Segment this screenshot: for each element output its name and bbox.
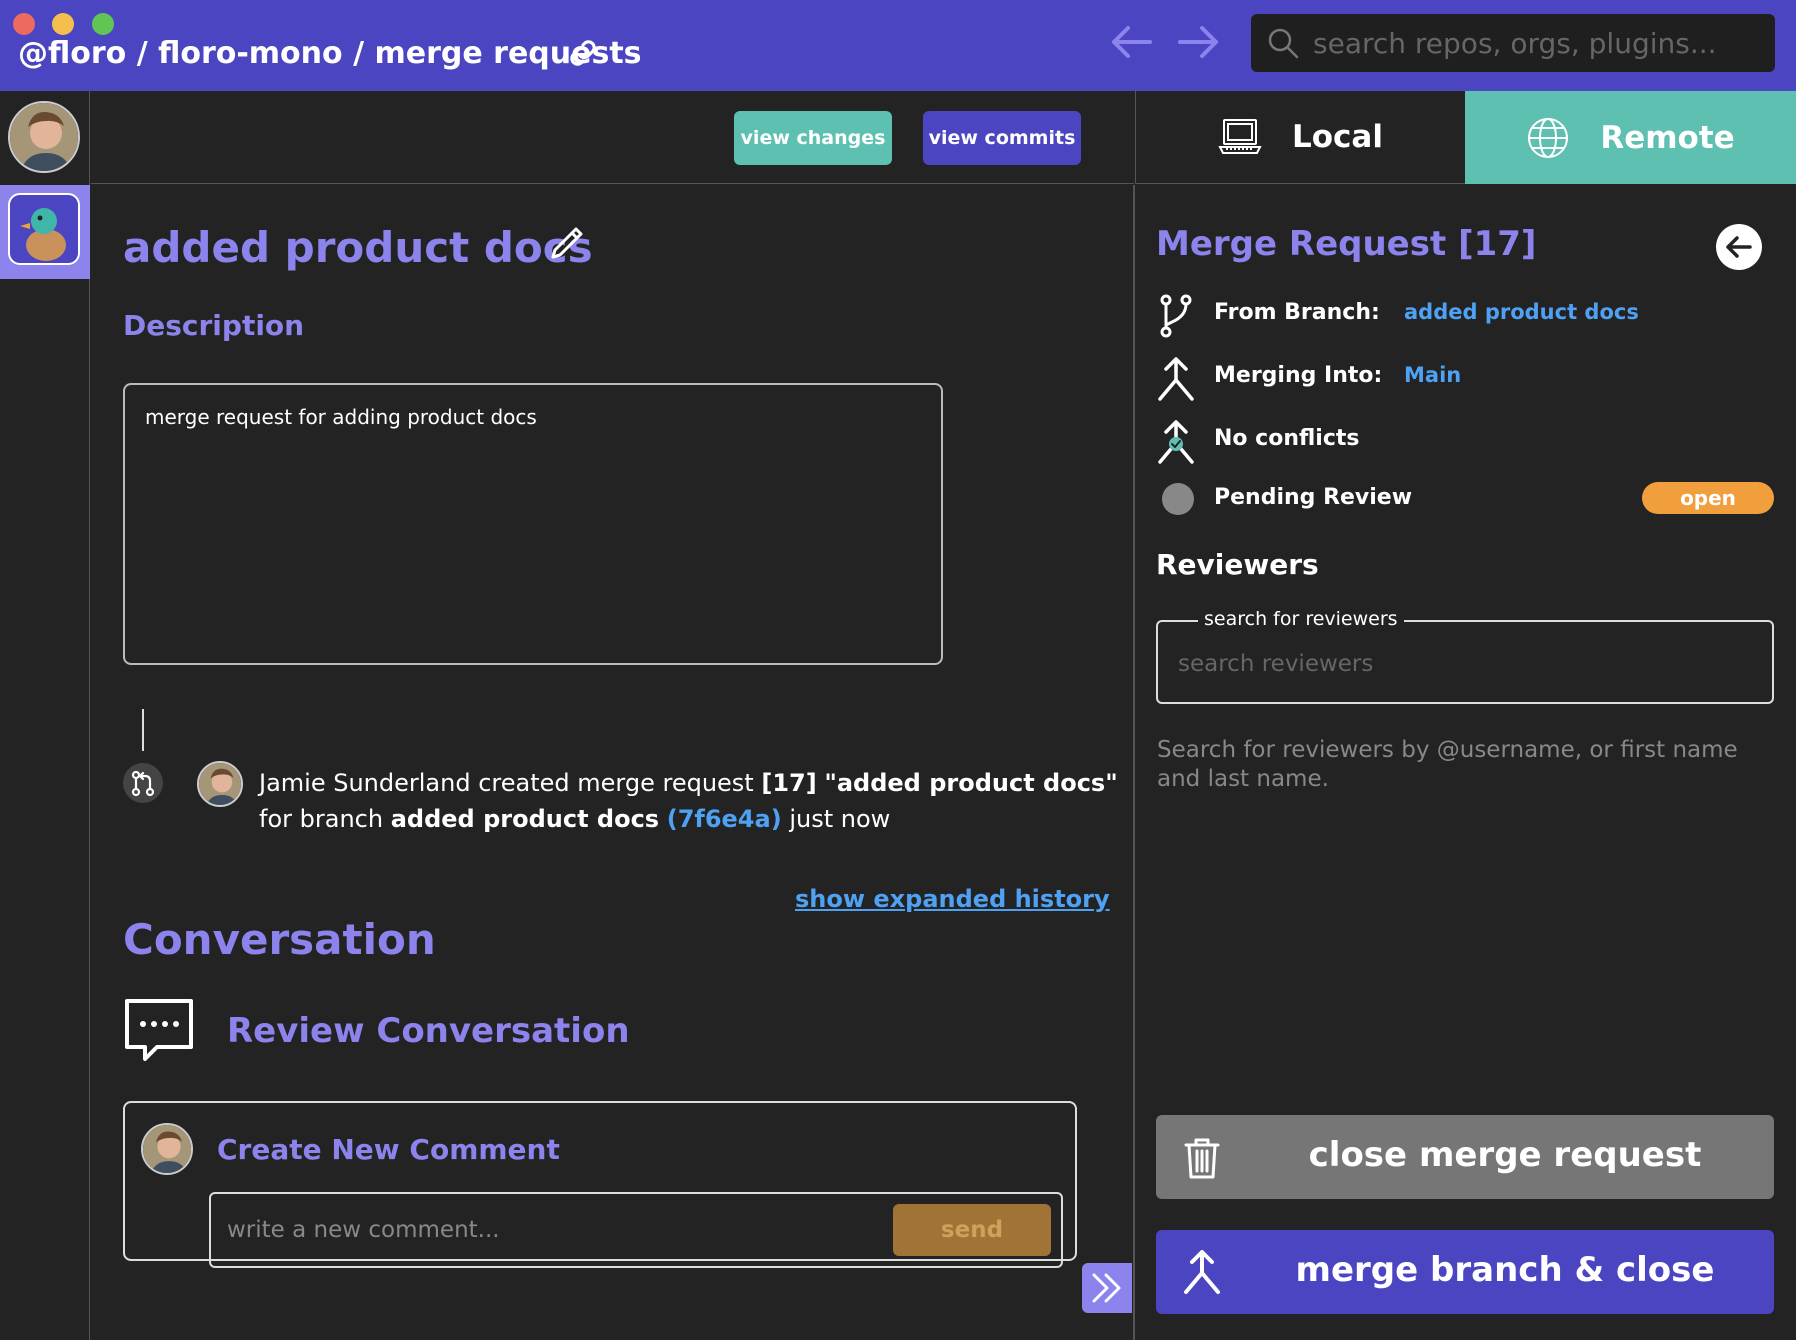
merge-branch-close-label: merge branch & close (1295, 1250, 1715, 1290)
reviewers-legend: search for reviewers (1198, 608, 1404, 630)
description-text: merge request for adding product docs (145, 405, 537, 429)
floro-duck-logo (8, 193, 80, 265)
link-icon[interactable] (566, 36, 600, 70)
create-comment-box: Create New Comment send (123, 1101, 1077, 1268)
double-chevron-right-icon (1092, 1273, 1121, 1303)
pencil-icon[interactable] (547, 223, 587, 263)
view-commits-button[interactable]: view commits (923, 111, 1081, 165)
review-conversation-title: Review Conversation (227, 1011, 630, 1051)
tab-remote-label: Remote (1600, 119, 1735, 156)
from-branch-value[interactable]: added product docs (1404, 300, 1639, 324)
history-entry: Jamie Sunderland created merge request [… (259, 765, 1119, 837)
panel-back-button[interactable] (1716, 224, 1762, 270)
reviewers-help-text: Search for reviewers by @username, or fi… (1157, 737, 1738, 792)
merging-into-label: Merging Into: (1214, 363, 1383, 388)
close-merge-request-button[interactable]: close merge request (1156, 1115, 1774, 1199)
description-label: Description (123, 309, 305, 342)
create-comment-title: Create New Comment (217, 1133, 560, 1166)
history-for-branch: for branch (259, 805, 384, 833)
user-avatar[interactable] (8, 101, 80, 173)
laptop-icon (1218, 119, 1262, 154)
globe-icon (1528, 117, 1569, 158)
reviewers-search-input[interactable] (1178, 644, 1738, 684)
merging-into-value[interactable]: Main (1404, 363, 1461, 387)
left-rail (0, 91, 90, 1340)
conversation-title: Conversation (123, 915, 436, 964)
title-bar: @floro / floro-mono / merge requests (0, 0, 1796, 91)
comment-avatar (141, 1123, 193, 1175)
trash-icon (1184, 1138, 1220, 1179)
main-content: added product docs Description merge req… (91, 185, 1134, 1340)
arrow-left-icon (1726, 236, 1752, 258)
timeline-line (142, 709, 144, 751)
history-mr-id: [17] (761, 769, 817, 797)
close-merge-request-label: close merge request (1308, 1135, 1702, 1175)
send-button[interactable]: send (893, 1204, 1051, 1256)
global-search-input[interactable] (1313, 22, 1753, 64)
tab-local[interactable]: Local (1135, 91, 1465, 184)
window-close-button[interactable] (13, 13, 35, 35)
history-sha-link[interactable]: (7f6e4a) (667, 805, 782, 833)
from-branch-label: From Branch: (1214, 300, 1380, 325)
conflicts-label: No conflicts (1214, 426, 1360, 451)
forward-arrow-icon[interactable] (1176, 22, 1222, 62)
merge-icon (1184, 1250, 1220, 1294)
pending-status-dot (1162, 483, 1194, 515)
merge-request-title: added product docs (123, 223, 593, 272)
repo-nav-item[interactable] (0, 185, 90, 279)
history-time: just now (789, 805, 891, 833)
chat-bubble-icon (125, 999, 193, 1061)
reviewers-heading: Reviewers (1156, 548, 1319, 581)
conflicts-row: No conflicts (1156, 416, 1776, 466)
expand-panel-button[interactable] (1082, 1263, 1132, 1313)
history-author: Jamie Sunderland (259, 769, 471, 797)
show-expanded-history-link[interactable]: show expanded history (795, 885, 1110, 913)
merge-branch-close-button[interactable]: merge branch & close (1156, 1230, 1774, 1314)
comment-input[interactable] (227, 1210, 887, 1250)
from-branch-row: From Branch: added product docs (1156, 290, 1776, 340)
breadcrumb: @floro / floro-mono / merge requests (18, 36, 642, 71)
history-branch: added product docs (390, 805, 660, 833)
toolbar: view changes view commits (91, 91, 1134, 184)
panel-divider (1133, 185, 1135, 1340)
history-action: created merge request (478, 769, 754, 797)
back-arrow-icon[interactable] (1108, 22, 1154, 62)
panel-title: Merge Request [17] (1156, 224, 1537, 264)
window-maximize-button[interactable] (92, 13, 114, 35)
status-badge: open (1642, 482, 1774, 514)
tab-local-label: Local (1292, 119, 1383, 155)
search-icon (1268, 28, 1299, 59)
merging-into-row: Merging Into: Main (1156, 353, 1776, 403)
branch-icon (1160, 294, 1192, 338)
history-avatar (197, 761, 243, 807)
tab-remote[interactable]: Remote (1465, 91, 1796, 184)
global-search[interactable] (1251, 14, 1775, 72)
merge-icon (1158, 357, 1194, 401)
review-status-row: Pending Review open (1156, 475, 1776, 525)
pending-review-label: Pending Review (1214, 485, 1413, 510)
merge-request-event-icon (123, 763, 163, 803)
no-conflicts-icon (1158, 420, 1194, 464)
view-changes-button[interactable]: view changes (734, 111, 892, 165)
reviewers-search-field: search for reviewers (1156, 608, 1774, 704)
comment-field: send (209, 1192, 1063, 1268)
description-box: merge request for adding product docs (123, 383, 943, 665)
window-minimize-button[interactable] (52, 13, 74, 35)
history-mr-title: "added product docs" (824, 769, 1118, 797)
